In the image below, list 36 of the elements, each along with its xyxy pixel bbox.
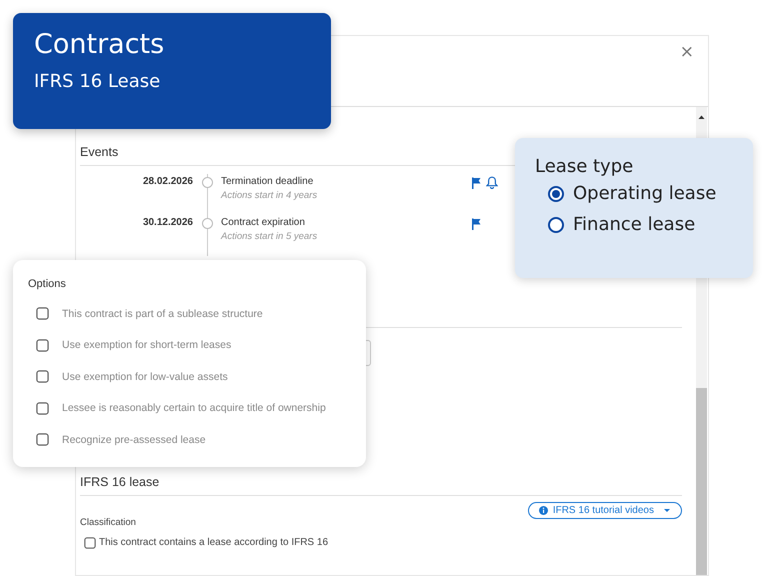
checkbox-label: Use exemption for low-value assets bbox=[62, 370, 228, 383]
checkbox-label: Lessee is reasonably certain to acquire title of ownership bbox=[62, 402, 326, 414]
checkbox-label: Use exemption for short-term leases bbox=[62, 339, 232, 352]
event-date: 30.12.2026 bbox=[142, 216, 193, 230]
event-title: Termination deadline bbox=[221, 175, 314, 187]
event-note: Actions start in 4 years bbox=[221, 190, 318, 201]
field-label: Classification bbox=[80, 517, 137, 528]
close-button[interactable]: × bbox=[672, 40, 702, 65]
radio-button[interactable] bbox=[548, 216, 564, 232]
info-icon bbox=[538, 506, 548, 515]
checkbox-label: Recognize pre-assessed lease bbox=[62, 434, 206, 446]
event-note: Actions start in 5 years bbox=[221, 231, 318, 242]
bell-icon[interactable] bbox=[486, 176, 498, 189]
checkbox[interactable] bbox=[36, 370, 49, 384]
card-heading: Options bbox=[28, 278, 67, 290]
radio-label: Operating lease bbox=[573, 183, 716, 204]
checkbox[interactable] bbox=[36, 433, 49, 446]
event-title: Contract expiration bbox=[221, 216, 306, 228]
card-subtitle: IFRS 16 Lease bbox=[34, 71, 162, 92]
timeline-dot bbox=[202, 177, 212, 188]
event-date: 28.02.2026 bbox=[142, 175, 193, 189]
checkbox[interactable] bbox=[36, 402, 49, 415]
checkbox-label: This contract contains a lease according to IFRS 16 bbox=[99, 536, 328, 548]
tutorial-videos-button[interactable]: IFRS 16 tutorial videos bbox=[528, 502, 682, 519]
caret-icon bbox=[663, 508, 671, 513]
section-heading: IFRS 16 lease bbox=[80, 475, 682, 496]
checkbox-label: This contract is part of a sublease structure bbox=[62, 308, 263, 320]
flag-icon[interactable] bbox=[471, 217, 482, 229]
timeline-dot bbox=[202, 218, 212, 229]
radio-label: Finance lease bbox=[573, 214, 696, 235]
checkbox[interactable] bbox=[36, 338, 49, 352]
checkbox[interactable] bbox=[84, 536, 96, 548]
radio-button[interactable] bbox=[548, 186, 564, 202]
checkbox[interactable] bbox=[36, 307, 49, 320]
flag-icon[interactable] bbox=[471, 176, 482, 188]
card-title: Contracts bbox=[34, 28, 166, 62]
